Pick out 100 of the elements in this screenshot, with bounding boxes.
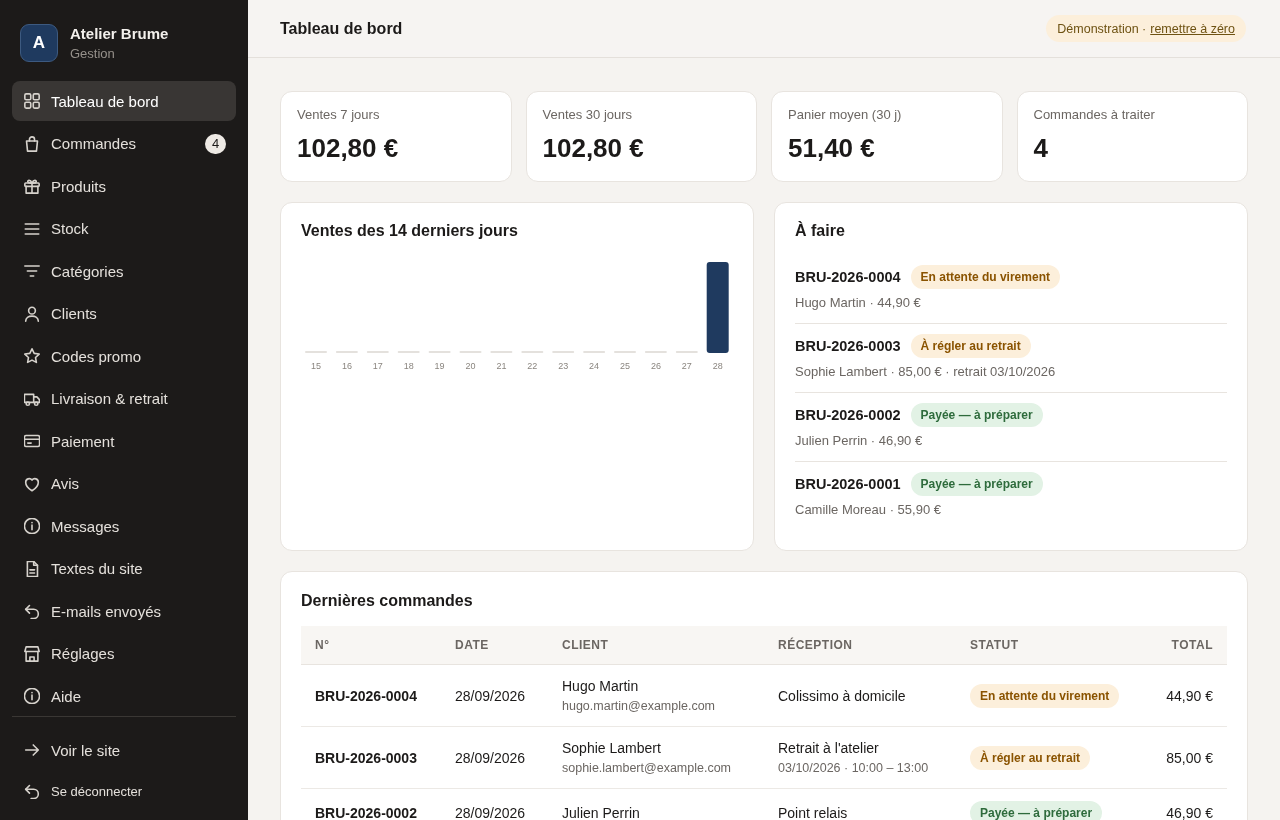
nav-item[interactable]: Avis [12, 463, 236, 504]
client-name: Hugo Martin [562, 677, 640, 695]
brand-name: Atelier Brume [70, 24, 169, 43]
shopping-bag-icon [24, 135, 40, 152]
nav-item[interactable]: Catégories [12, 251, 236, 291]
status-badge: Payée — à préparer [910, 403, 1043, 427]
column-header: STATUT [956, 626, 1140, 665]
order-total: 44,90 € [1140, 664, 1227, 727]
store-icon [24, 645, 40, 662]
stat-value: 51,40 € [788, 133, 876, 163]
stat-label: Ventes 7 jours [297, 107, 381, 123]
day-label: 27 [681, 361, 692, 371]
order-summary: Hugo Martin · 44,90 € [795, 294, 922, 312]
order-number: BRU-2026-0004 [795, 269, 901, 285]
card-title: Ventes des 14 derniers jours [301, 221, 519, 241]
day-label: 19 [434, 361, 445, 371]
card-title: Dernières commandes [301, 591, 474, 611]
day-label: 20 [465, 361, 476, 371]
stat-value: 102,80 € [542, 133, 645, 163]
day-label: 22 [527, 361, 538, 371]
order-summary: Sophie Lambert · 85,00 € · retrait 03/10/2026 [795, 363, 1057, 381]
brand-logo: A [20, 24, 58, 62]
day-label: 15 [311, 361, 321, 371]
column-header: CLIENT [548, 626, 764, 665]
nav-item[interactable]: Commandes 4 [12, 123, 236, 164]
demo-label: Démonstration · [1057, 21, 1147, 36]
nav-item[interactable]: Livraison & retrait [12, 378, 236, 419]
nav-item[interactable]: Codes promo [12, 336, 236, 376]
client-name: Sophie Lambert [562, 739, 662, 757]
nav-item[interactable]: Clients [12, 293, 236, 334]
status-badge: Payée — à préparer [910, 472, 1043, 496]
order-number: BRU-2026-0003 [301, 726, 441, 789]
status-badge: En attente du virement [910, 265, 1060, 289]
nav-item[interactable]: Aide [12, 676, 236, 716]
pickup-slot: 03/10/2026 · 10:00 – 13:00 [778, 760, 942, 776]
status-badge: En attente du virement [970, 683, 1120, 708]
order-summary: Julien Perrin · 46,90 € [795, 432, 924, 450]
day-label: 21 [496, 361, 507, 371]
column-header: DATE [441, 626, 548, 665]
order-number: BRU-2026-0001 [795, 476, 901, 492]
grid-icon [24, 93, 40, 109]
reset-link[interactable]: remettre à zéro [1150, 21, 1235, 36]
nav-item[interactable]: Textes du site [12, 548, 236, 589]
status-badge: À régler au retrait [910, 334, 1031, 358]
order-number: BRU-2026-0002 [795, 407, 901, 423]
arrow-right-icon [24, 742, 40, 758]
star-icon [24, 348, 40, 364]
credit-card-icon [24, 433, 40, 449]
column-header: N° [301, 626, 441, 665]
client-email: hugo.martin@example.com [562, 698, 717, 714]
delivery-method: Point relais [778, 804, 849, 820]
user-icon [24, 305, 40, 322]
day-label: 26 [650, 361, 661, 371]
logout-button[interactable]: Se déconnecter [12, 771, 236, 811]
card-title: À faire [795, 221, 846, 241]
day-label: 28 [712, 361, 723, 371]
order-summary: Camille Moreau · 55,90 € [795, 501, 942, 519]
column-header: TOTAL [1140, 626, 1227, 665]
order-number: BRU-2026-0002 [301, 788, 441, 820]
column-header: RÉCEPTION [764, 626, 956, 665]
client-email: sophie.lambert@example.com [562, 760, 732, 776]
nav-item[interactable]: Tableau de bord [12, 81, 236, 121]
delivery-method: Retrait à l'atelier [778, 739, 880, 757]
stat-label: Commandes à traiter [1033, 107, 1156, 123]
order-number: BRU-2026-0004 [301, 664, 441, 727]
stat-label: Ventes 30 jours [542, 107, 634, 123]
count-badge: 4 [205, 133, 226, 154]
stat-label: Panier moyen (30 j) [788, 107, 903, 123]
nav-item[interactable]: Produits [12, 166, 236, 206]
order-total: 85,00 € [1140, 726, 1227, 789]
order-date: 28/09/2026 [441, 726, 548, 789]
day-label: 18 [403, 361, 414, 371]
nav-item[interactable]: E-mails envoyés [12, 591, 236, 631]
view-site-link[interactable]: Voir le site [12, 730, 236, 770]
day-label: 25 [620, 361, 630, 371]
heart-icon [24, 475, 40, 492]
undo-arrow-icon [24, 603, 40, 619]
day-label: 16 [341, 361, 352, 371]
day-label: 17 [372, 361, 383, 371]
nav-item[interactable]: Stock [12, 208, 236, 249]
brand-subtitle: Gestion [70, 45, 116, 62]
gift-icon [24, 178, 40, 194]
delivery-method: Colissimo à domicile [778, 686, 907, 705]
page-title: Tableau de bord [280, 19, 403, 38]
undo-arrow-icon [24, 783, 40, 799]
info-icon [24, 518, 40, 534]
status-badge: À régler au retrait [970, 745, 1091, 770]
document-icon [24, 560, 40, 577]
nav-item[interactable]: Réglages [12, 633, 236, 674]
info-icon [24, 688, 40, 704]
order-date: 28/09/2026 [441, 664, 548, 727]
day-label: 24 [589, 361, 600, 371]
order-total: 46,90 € [1140, 788, 1227, 820]
day-label: 23 [558, 361, 569, 371]
status-badge: Payée — à préparer [970, 801, 1103, 820]
nav-item[interactable]: Messages [12, 506, 236, 546]
filter-icon [24, 263, 40, 279]
stat-value: 4 [1033, 133, 1049, 163]
list-icon [24, 220, 40, 237]
nav-item[interactable]: Paiement [12, 421, 236, 461]
